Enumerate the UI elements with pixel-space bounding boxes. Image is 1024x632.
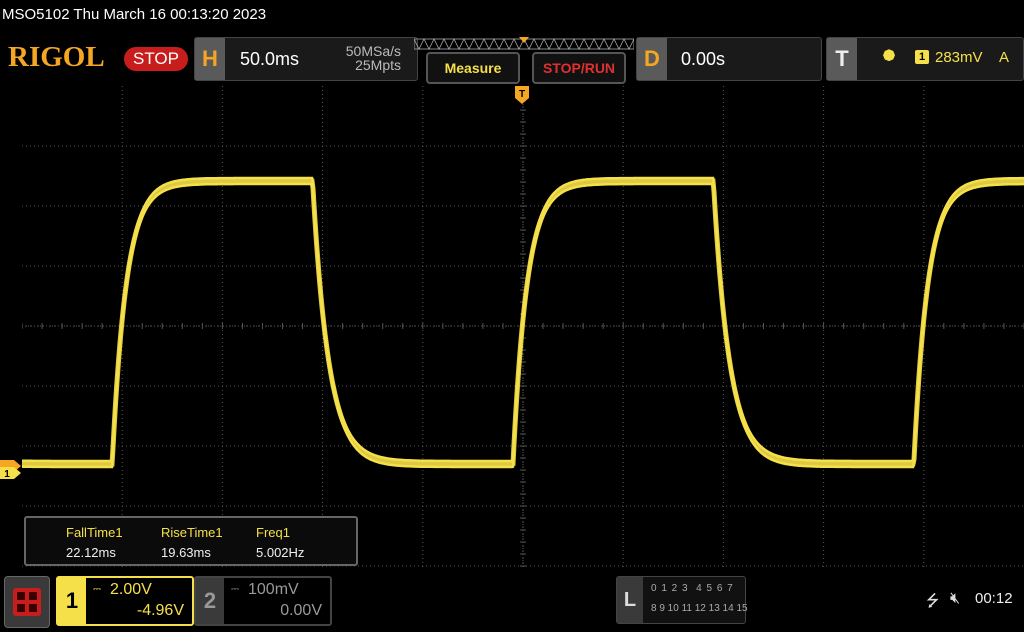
run-state-badge[interactable]: STOP: [124, 47, 188, 71]
stop-run-button[interactable]: STOP/RUN: [532, 52, 626, 84]
dc-coupling-icon: ⎓: [93, 584, 101, 595]
ch2-scale: 100mV: [248, 581, 299, 598]
horizontal-letter: H: [195, 38, 225, 80]
ch2-offset: 0.00V: [280, 602, 322, 619]
ch1-panel[interactable]: 1 ⎓ 2.00V -4.96V: [56, 576, 194, 626]
memory-position-bar: [414, 37, 634, 50]
ch1-marker-label: 1: [4, 469, 10, 480]
brand-logo: RIGOL: [8, 41, 105, 73]
trigger-level: 283mV: [935, 49, 983, 66]
measure-name-risetime: RiseTime1: [161, 525, 223, 540]
ch2-number: 2: [196, 578, 224, 624]
measurement-panel[interactable]: FallTime1 22.12ms RiseTime1 19.63ms Freq…: [24, 516, 358, 566]
ch2-panel[interactable]: 2 ⎓ 100mV 0.00V: [194, 576, 332, 626]
bottom-bar: 1 ⎓ 2.00V -4.96V 2 ⎓ 100mV 0.00V L 0 1 2…: [0, 572, 1024, 630]
dc-coupling-icon: ⎓: [231, 584, 239, 595]
ch1-scale: 2.00V: [110, 581, 152, 598]
waveform-display[interactable]: [22, 86, 1024, 568]
ch1-ground-marker[interactable]: 1: [0, 458, 22, 480]
sample-rate: 50MSa/s: [345, 43, 401, 59]
usb-icon: ⭍: [926, 593, 940, 610]
trigger-position-marker[interactable]: T: [515, 86, 529, 106]
measure-value-freq: 5.002Hz: [256, 545, 305, 560]
logic-analyzer-panel[interactable]: L 0 1 2 3 4 5 6 7 8 9 10 11 12 13 14 15: [616, 576, 748, 624]
measure-button[interactable]: Measure: [426, 52, 520, 84]
delay-panel[interactable]: D 0.00s: [636, 37, 822, 81]
horizontal-panel[interactable]: H 50.0ms 50MSa/s 25Mpts: [194, 37, 418, 81]
delay-letter: D: [637, 38, 667, 80]
trigger-source: 1: [915, 50, 929, 64]
acquisition-info: 50MSa/s 25Mpts: [346, 44, 401, 72]
header-bar: RIGOL STOP H 50.0ms 50MSa/s 25Mpts Measu…: [0, 32, 1024, 84]
memory-depth: 25Mpts: [355, 57, 401, 73]
status-line: MSO5102 Thu March 16 00:13:20 2023: [2, 6, 267, 23]
la-channels-row1: 0 1 2 3 4 5 6 7: [651, 583, 734, 594]
measure-name-falltime: FallTime1: [66, 525, 123, 540]
speaker-muted-icon[interactable]: 🔇︎: [950, 590, 960, 608]
grid-menu-icon: [13, 588, 41, 616]
trigger-letter: T: [827, 38, 857, 80]
clock: 00:12: [975, 590, 1013, 607]
waveform-grid: [22, 86, 1024, 568]
delay-value: 0.00s: [681, 49, 726, 69]
la-letter: L: [617, 577, 643, 623]
la-channels-row2: 8 9 10 11 12 13 14 15: [651, 603, 748, 614]
trigger-mode: A: [999, 49, 1010, 66]
ch1-number: 1: [58, 578, 86, 624]
trigger-position-label: T: [519, 89, 525, 100]
main-menu-button[interactable]: [4, 576, 50, 628]
trigger-slope-icon: ⯄: [883, 48, 896, 65]
measure-value-risetime: 19.63ms: [161, 545, 211, 560]
trigger-panel[interactable]: T ⯄ 1 283mV A: [826, 37, 1024, 81]
timebase-value: 50.0ms: [240, 49, 300, 69]
ch1-offset: -4.96V: [136, 602, 184, 619]
measure-name-freq: Freq1: [256, 525, 290, 540]
measure-value-falltime: 22.12ms: [66, 545, 116, 560]
